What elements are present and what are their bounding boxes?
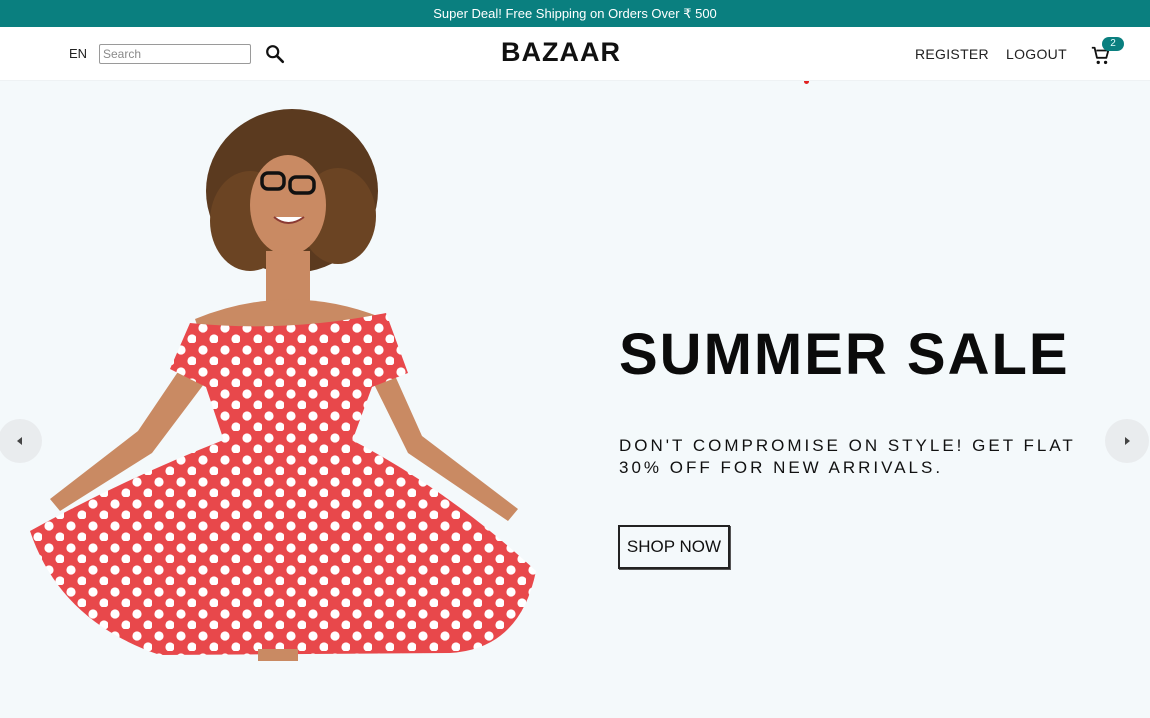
cart-button[interactable]: 2 [1090, 37, 1124, 67]
shop-now-button[interactable]: SHOP NOW [618, 525, 730, 569]
search-icon[interactable] [264, 43, 286, 65]
chevron-right-icon [1125, 437, 1130, 445]
announcement-bar: Super Deal! Free Shipping on Orders Over… [0, 0, 1150, 27]
slide-indicator[interactable] [804, 81, 809, 84]
hero-title: SUMMER SALE [619, 322, 1070, 387]
logout-link[interactable]: LOGOUT [1006, 46, 1067, 62]
carousel-prev-button[interactable] [0, 419, 42, 463]
chevron-left-icon [17, 437, 22, 445]
hero-image [30, 109, 536, 661]
site-logo[interactable]: BAZAAR [500, 37, 622, 68]
site-header: EN BAZAAR REGISTER LOGOUT 2 [0, 27, 1150, 81]
register-link[interactable]: REGISTER [915, 46, 989, 62]
hero-subtitle: DON'T COMPROMISE ON STYLE! GET FLAT 30% … [619, 436, 1076, 477]
hero-carousel: SUMMER SALE DON'T COMPROMISE ON STYLE! G… [0, 81, 1150, 718]
announcement-text: Super Deal! Free Shipping on Orders Over… [433, 5, 717, 21]
carousel-next-button[interactable] [1105, 419, 1149, 463]
cart-count-badge: 2 [1102, 37, 1124, 51]
language-selector[interactable]: EN [69, 46, 87, 61]
search-input[interactable] [99, 44, 251, 64]
